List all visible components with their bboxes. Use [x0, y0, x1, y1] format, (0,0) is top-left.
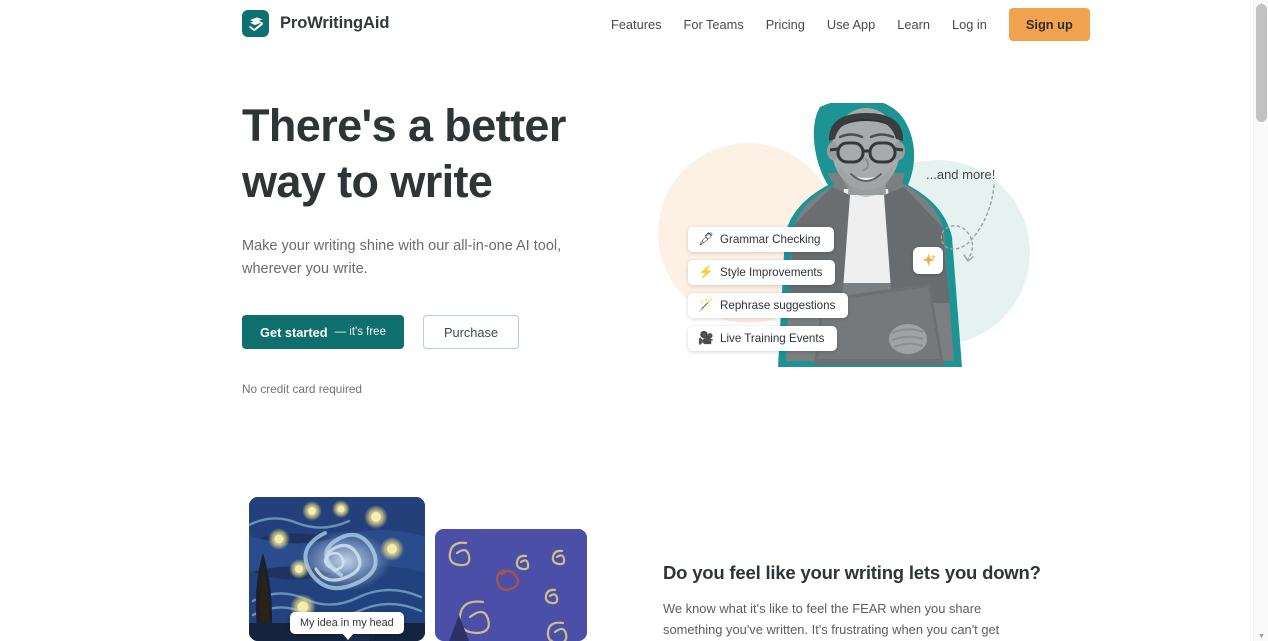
feature-chip-style-improvements: ⚡ Style Improvements	[688, 260, 836, 285]
stacked-books-check-icon	[242, 10, 269, 37]
purchase-button[interactable]: Purchase	[422, 315, 520, 349]
brand-logo-link[interactable]: ProWritingAid	[242, 10, 389, 37]
feature-chip-grammar-checking: 🖋 Grammar Checking	[688, 227, 834, 252]
crude-painting-svg	[435, 529, 587, 641]
sparkles-icon	[913, 247, 943, 274]
hero-section: There's a better way to write Make your …	[242, 98, 662, 396]
feature-chip-list: 🖋 Grammar Checking ⚡ Style Improvements …	[688, 227, 849, 351]
nav-item-use-app[interactable]: Use App	[816, 9, 886, 41]
main-navigation: Features For Teams Pricing Use App Learn…	[600, 8, 1090, 41]
hero-title-line-2: way to write	[242, 156, 493, 207]
get-started-free-suffix: — it's free	[334, 326, 386, 338]
starry-night-comparison-illustration: My idea in my head	[249, 497, 589, 641]
lower-section-body: We know what it's like to feel the FEAR …	[663, 601, 1000, 637]
scrollbar-down-arrow[interactable]: ▼	[1254, 631, 1268, 641]
page-scrollbar[interactable]: ▲ ▼	[1253, 0, 1268, 641]
hero-title-line-1: There's a better	[242, 100, 566, 151]
nav-item-features[interactable]: Features	[600, 9, 673, 41]
lightning-bolt-icon: ⚡	[698, 265, 714, 280]
site-header: ProWritingAid Features For Teams Pricing…	[0, 0, 1253, 48]
magic-wand-icon: 🪄	[698, 298, 714, 313]
get-started-button[interactable]: Get started — it's free	[242, 315, 404, 349]
feather-pen-icon: 🖋	[698, 232, 714, 247]
page-root: ProWritingAid Features For Teams Pricing…	[0, 0, 1268, 641]
hero-subtitle: Make your writing shine with our all-in-…	[242, 238, 562, 277]
feature-chip-label: Rephrase suggestions	[720, 299, 836, 312]
hero-illustration: ...and more! 🖋 Grammar Checking ⚡ Style …	[650, 95, 1050, 395]
feature-chip-label: Style Improvements	[720, 266, 823, 279]
my-idea-tooltip: My idea in my head	[290, 612, 404, 640]
nav-item-log-in[interactable]: Log in	[941, 9, 998, 41]
feature-chip-rephrase-suggestions: 🪄 Rephrase suggestions	[688, 293, 849, 318]
feature-chip-label: Live Training Events	[720, 332, 825, 345]
scrollbar-thumb[interactable]	[1256, 4, 1267, 122]
hero-cta-group: Get started — it's free Purchase	[242, 315, 662, 349]
video-camera-icon: 🎥	[698, 331, 714, 346]
feature-chip-label: Grammar Checking	[720, 233, 821, 246]
sign-up-button[interactable]: Sign up	[1008, 8, 1090, 41]
nav-item-learn[interactable]: Learn	[886, 9, 941, 41]
crude-painting-image	[435, 529, 587, 641]
and-more-annotation: ...and more!	[926, 167, 996, 182]
lower-text-section: Do you feel like your writing lets you d…	[663, 562, 1041, 641]
nav-item-pricing[interactable]: Pricing	[755, 9, 816, 41]
hero-title: There's a better way to write	[242, 98, 662, 210]
get-started-label: Get started	[260, 324, 328, 340]
feature-chip-live-training-events: 🎥 Live Training Events	[688, 326, 838, 351]
brand-name: ProWritingAid	[280, 14, 390, 32]
no-credit-card-note: No credit card required	[242, 382, 362, 396]
nav-item-for-teams[interactable]: For Teams	[673, 9, 755, 41]
lower-section-title: Do you feel like your writing lets you d…	[663, 562, 1041, 583]
